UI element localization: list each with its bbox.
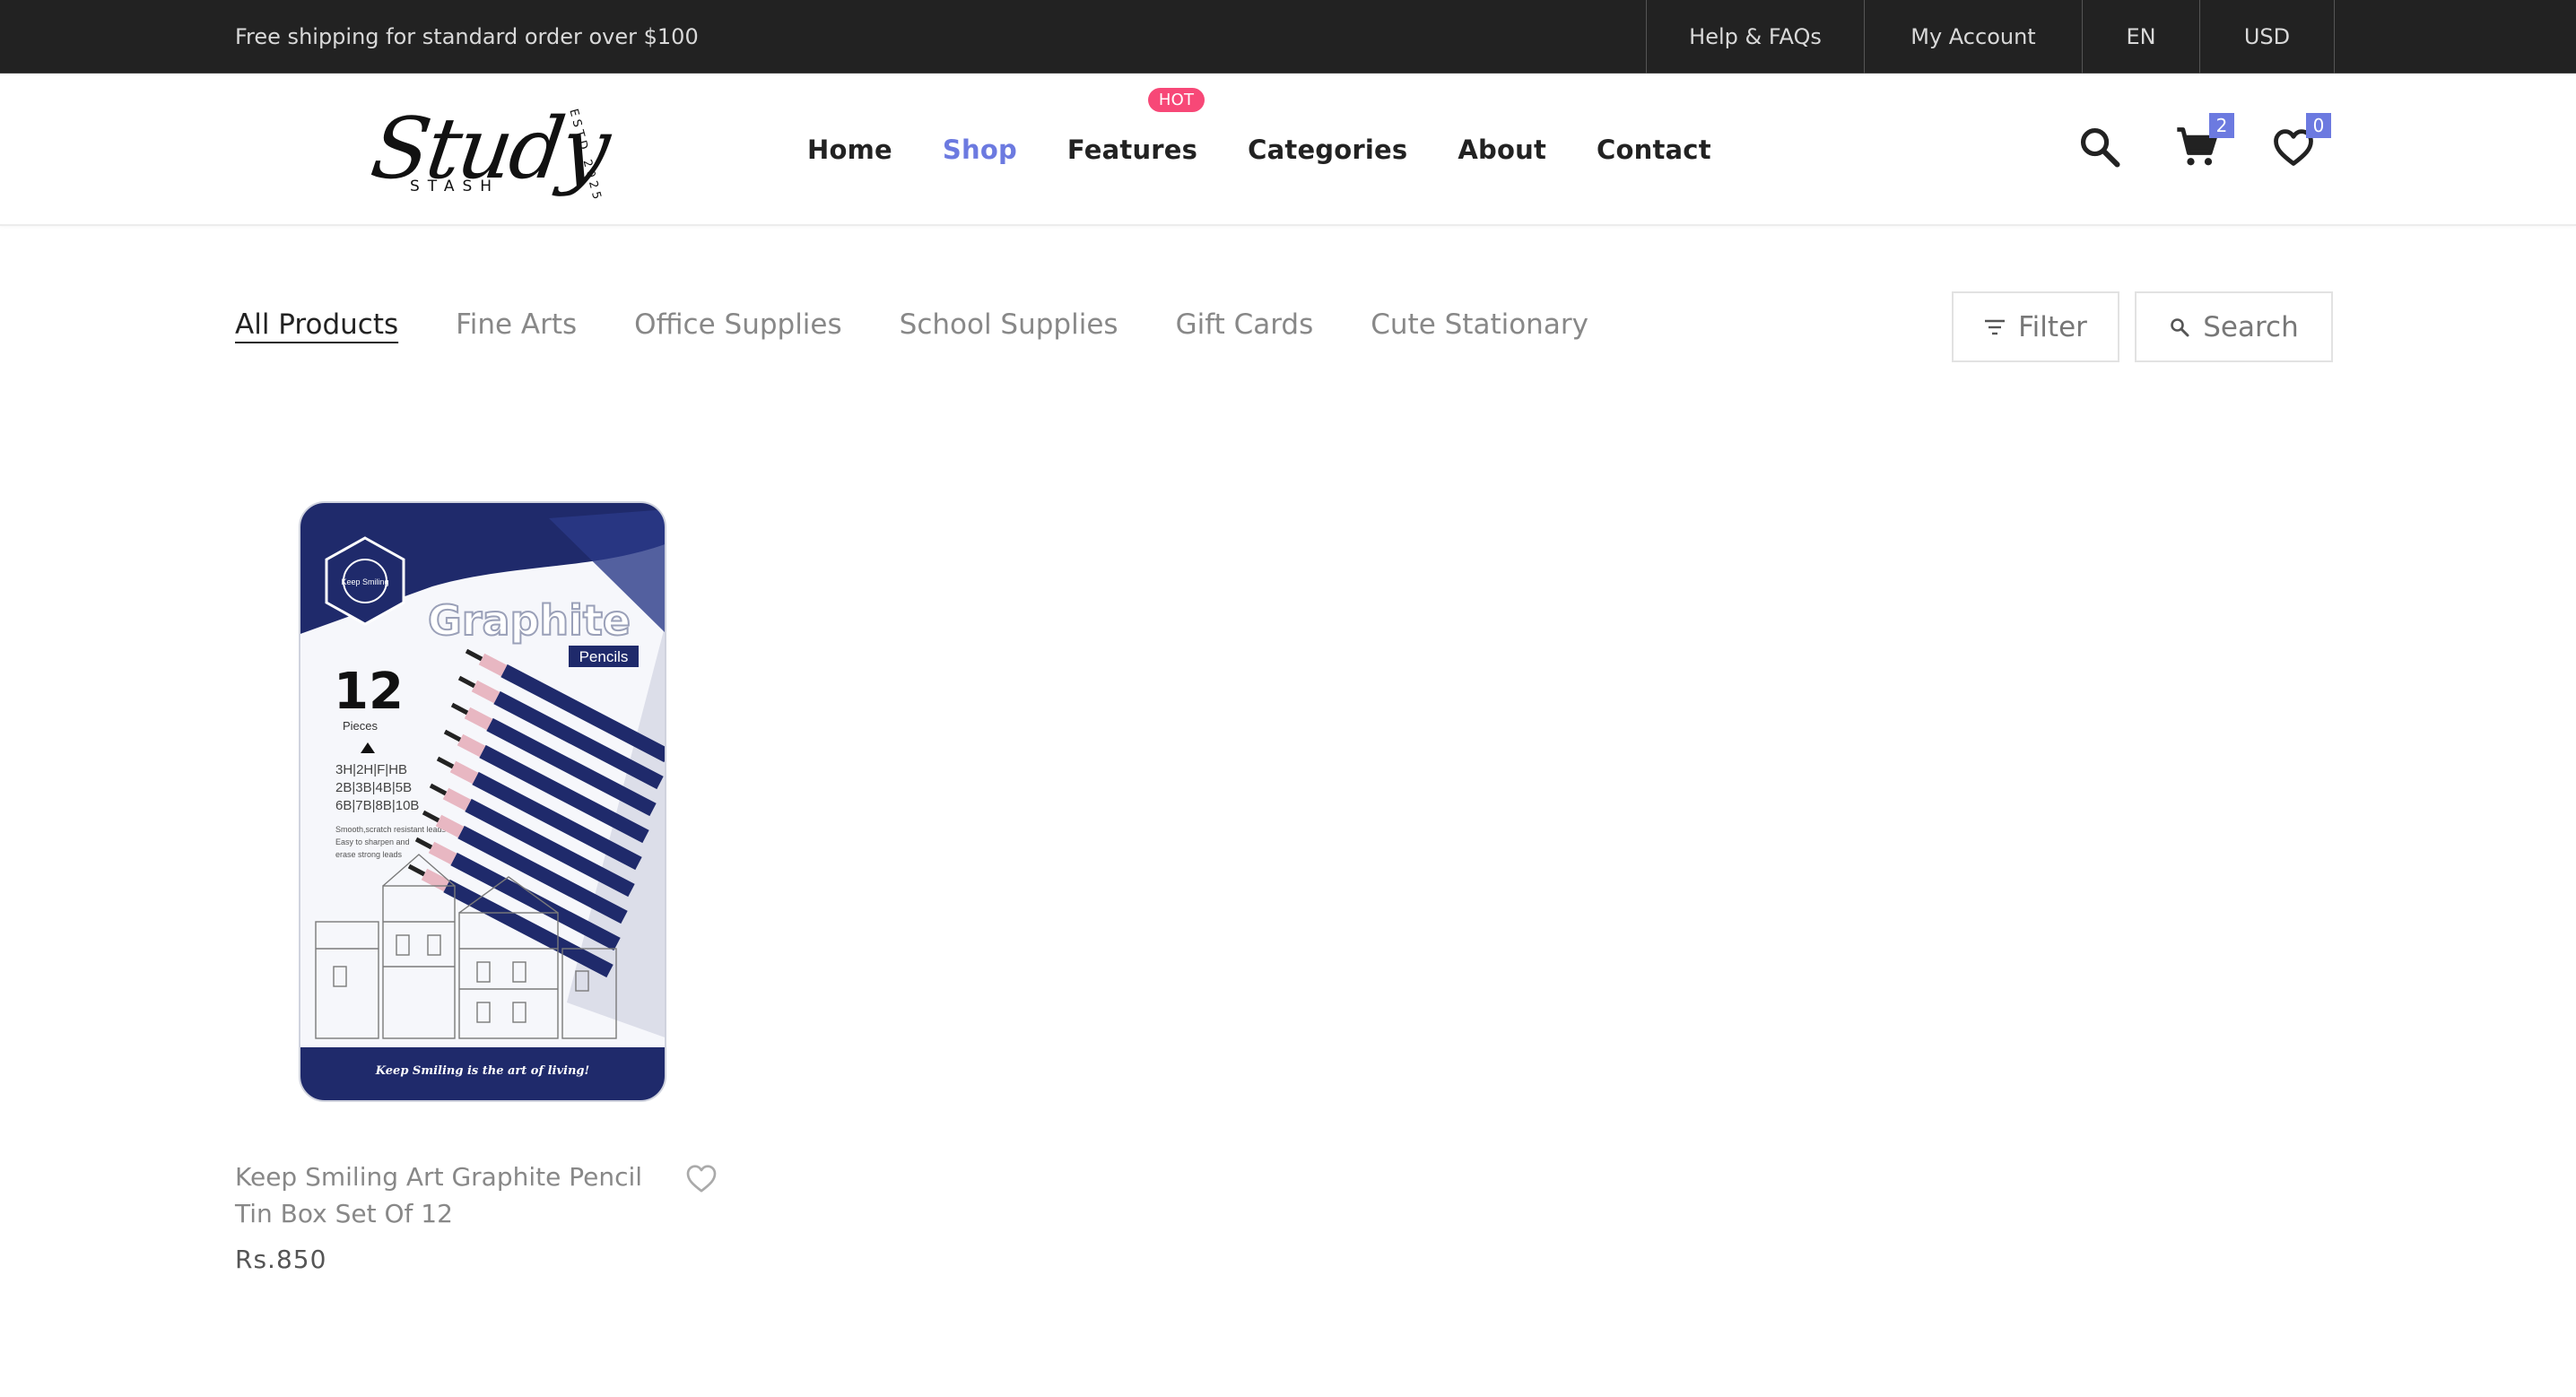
tab-school-supplies[interactable]: School Supplies — [900, 308, 1118, 341]
nav-about[interactable]: About — [1458, 134, 1546, 165]
tin-note-3: erase strong leads — [335, 850, 403, 859]
search-toggle-button[interactable]: Search — [2135, 291, 2333, 362]
tin-note-1: Smooth,scratch resistant leads — [335, 825, 447, 834]
search-label: Search — [2203, 310, 2299, 343]
filter-label: Filter — [2018, 310, 2087, 343]
nav-contact[interactable]: Contact — [1597, 134, 1711, 165]
tab-all-products[interactable]: All Products — [235, 308, 398, 341]
product-name[interactable]: Keep Smiling Art Graphite Pencil Tin Box… — [235, 1158, 666, 1232]
tin-slogan: Keep Smiling is the art of living! — [375, 1064, 589, 1078]
nav-shop[interactable]: Shop — [943, 134, 1017, 165]
hot-badge: HOT — [1147, 88, 1205, 112]
wishlist-count-badge: 0 — [2306, 113, 2331, 138]
site-logo[interactable]: Study STASH ESTD 2025 — [365, 100, 623, 217]
tin-note-2: Easy to sharpen and — [335, 837, 410, 846]
my-account-link[interactable]: My Account — [1865, 0, 2083, 74]
tin-grades-2: 2B|3B|4B|5B — [335, 780, 412, 795]
nav-features[interactable]: Features HOT — [1066, 88, 1205, 165]
tin-count-text: 12 — [334, 663, 404, 721]
product-price: Rs.850 — [235, 1245, 327, 1274]
tab-fine-arts[interactable]: Fine Arts — [456, 308, 577, 341]
tin-brand-text: Keep Smiling — [341, 577, 388, 586]
tin-subtitle-text: Pencils — [579, 648, 629, 665]
search-icon[interactable] — [2076, 124, 2123, 170]
tin-count-label: Pieces — [343, 719, 379, 733]
nav-features-label: Features — [1066, 134, 1198, 165]
top-bar: Free shipping for standard order over $1… — [0, 0, 2576, 74]
shipping-notice: Free shipping for standard order over $1… — [235, 24, 699, 49]
tin-title-text: Graphite — [428, 596, 631, 645]
tin-grades-3: 6B|7B|8B|10B — [335, 798, 419, 813]
product-image[interactable]: Keep Smiling Graphite Pencils 12 Pieces … — [298, 500, 667, 1103]
logo-subtext: STASH — [410, 178, 500, 195]
tin-grades-1: 3H|2H|F|HB — [335, 762, 407, 777]
nav-categories[interactable]: Categories — [1248, 134, 1407, 165]
tab-gift-cards[interactable]: Gift Cards — [1176, 308, 1314, 341]
currency-selector[interactable]: USD — [2200, 0, 2335, 74]
filter-button[interactable]: Filter — [1952, 291, 2119, 362]
tab-office-supplies[interactable]: Office Supplies — [634, 308, 841, 341]
add-to-wishlist-heart-icon[interactable] — [683, 1160, 719, 1196]
tab-cute-stationary[interactable]: Cute Stationary — [1371, 308, 1588, 341]
help-faqs-link[interactable]: Help & FAQs — [1647, 0, 1865, 74]
top-bar-links: Help & FAQs My Account EN USD — [1646, 0, 2335, 74]
filter-icon — [1985, 319, 2006, 334]
main-nav: Home Shop Features HOT Categories About … — [807, 74, 1711, 226]
cart-count-badge: 2 — [2209, 113, 2234, 138]
category-filter-tabs: All Products Fine Arts Office Supplies S… — [235, 291, 1588, 358]
magnifier-icon — [2171, 317, 2189, 336]
language-selector[interactable]: EN — [2083, 0, 2200, 74]
main-header: Study STASH ESTD 2025 Home Shop Features… — [0, 74, 2576, 226]
nav-home[interactable]: Home — [807, 134, 892, 165]
